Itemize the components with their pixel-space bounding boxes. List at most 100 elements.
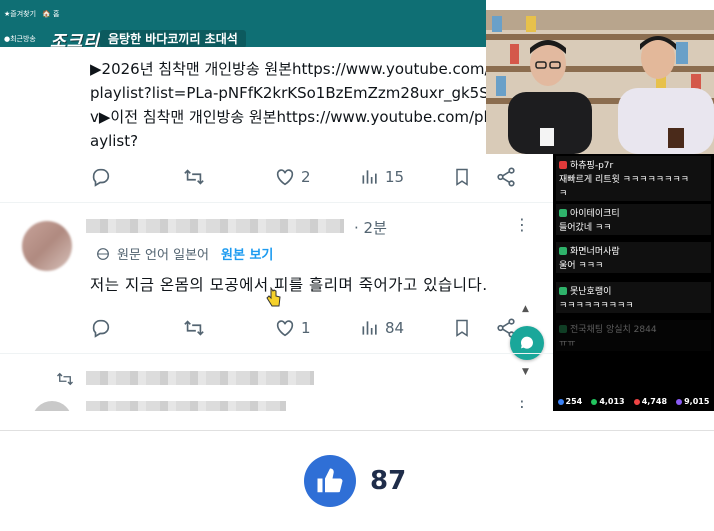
views-action[interactable]: 84 <box>360 318 404 338</box>
yt-badge-icon <box>559 160 567 169</box>
stream-top-bar: ★즐겨찾기 🏠 홈 ●최근방송 조크리 음탕한 바다코끼리 초대석 <box>0 0 486 52</box>
chat-username-row: 화면너머사람 <box>559 244 708 257</box>
reply-icon <box>92 168 110 187</box>
chat-username[interactable]: 전국채팅 앙실치 2844 <box>570 322 657 335</box>
like-action[interactable]: 2 <box>274 166 311 188</box>
retweet-icon <box>184 169 204 185</box>
chzzk-badge-icon <box>559 208 567 217</box>
scroll-up-icon[interactable]: ▲ <box>522 304 529 314</box>
webcam-feed <box>486 10 714 154</box>
reply-text: 저는 지금 온몸의 모공에서 피를 흘리며 죽어가고 있습니다. <box>90 276 488 294</box>
like-count: 87 <box>370 466 407 496</box>
hand-cursor-icon <box>266 287 281 307</box>
more-options-icon[interactable]: ⋮ <box>514 397 530 411</box>
retweet-button[interactable] <box>182 166 206 188</box>
chat-username-row: 아이테이크티 <box>559 206 708 219</box>
avatar[interactable] <box>22 221 72 271</box>
stat-value: 254 <box>565 397 583 406</box>
reply-actions: 1 84 <box>90 317 530 339</box>
like-button[interactable] <box>304 455 356 507</box>
views-action[interactable]: 15 <box>360 167 404 187</box>
like-count-label: 1 <box>301 319 311 337</box>
chat-username-row: 하츄핑-p7r <box>559 158 708 171</box>
more-options-icon[interactable]: ⋮ <box>514 215 530 234</box>
like-count-label: 2 <box>301 168 311 186</box>
tweet-body: ▶2026년 침착맨 개인방송 원본https://www.youtube.co… <box>90 60 490 150</box>
live-chat-panel: 하츄핑-p7r 재빠르게 리트윗 ㅋㅋㅋㅋㅋㅋㅋㅋ ㅋ 아이테이크티 들어갔네 … <box>553 154 714 411</box>
top-links: ★즐겨찾기 🏠 홈 <box>4 9 59 19</box>
home-link[interactable]: 🏠 홈 <box>42 9 59 19</box>
retweet-icon <box>184 320 204 336</box>
like-action[interactable]: 1 <box>274 317 311 339</box>
chat-message: 아이테이크티 들어갔네 ㅋㅋ <box>556 204 711 235</box>
blurred-username <box>86 219 344 233</box>
chzzk-badge-icon <box>559 246 567 255</box>
thumbs-up-icon <box>317 468 343 493</box>
chat-text: ㅋ <box>559 189 568 199</box>
stat-value: 4,748 <box>641 397 668 406</box>
share-icon <box>497 167 515 187</box>
reply-button[interactable] <box>90 166 112 188</box>
stat-value: 4,013 <box>599 397 625 406</box>
divider <box>0 202 553 203</box>
views-icon <box>362 321 377 335</box>
scroll-down-icon[interactable]: ▼ <box>522 367 529 377</box>
blurred-reposter <box>86 371 314 385</box>
chat-message: 화면너머사람 울어 ㅋㅋㅋ <box>556 242 711 273</box>
platform-dot-icon <box>633 398 640 405</box>
bookmark-button[interactable] <box>452 166 472 188</box>
bookmark-icon <box>456 168 468 186</box>
stream-title: 음탕한 바다코끼리 초대석 <box>100 30 246 48</box>
view-original-link[interactable]: 원본 보기 <box>221 244 273 263</box>
webcam-image <box>486 10 714 154</box>
translate-icon <box>97 247 109 260</box>
chat-username[interactable]: 하츄핑-p7r <box>570 158 613 171</box>
reply-button[interactable] <box>90 317 112 339</box>
chat-text: 들어갔네 ㅋㅋ <box>559 223 612 233</box>
chat-message: 하츄핑-p7r 재빠르게 리트윗 ㅋㅋㅋㅋㅋㅋㅋㅋ ㅋ <box>556 156 711 201</box>
reply-timestamp[interactable]: · 2분 <box>354 217 387 238</box>
platform-dot-icon <box>557 398 564 405</box>
chzzk-badge-icon <box>559 286 567 295</box>
retweet-button[interactable] <box>182 317 206 339</box>
stat-item: 9,015 <box>676 397 709 406</box>
share-button[interactable] <box>495 166 517 188</box>
chzzk-badge-icon <box>559 324 567 333</box>
spacer <box>0 411 714 431</box>
views-count-label: 15 <box>385 168 405 186</box>
chat-bubble-icon <box>520 336 533 349</box>
chat-username-row: 전국채팅 앙실치 2844 <box>559 322 708 335</box>
translation-bar: 원문 언어 일본어 원본 보기 <box>95 244 273 263</box>
stat-value: 9,015 <box>684 397 710 406</box>
stat-item: 4,013 <box>591 397 625 406</box>
stat-item: 254 <box>557 397 583 406</box>
platform-dot-icon <box>591 398 598 405</box>
blurred-username <box>86 401 286 411</box>
chat-username-row: 못난호랭이 <box>559 284 708 297</box>
platform-dot-icon <box>676 398 683 405</box>
bookmark-button[interactable] <box>452 317 472 339</box>
stat-item: 4,748 <box>633 397 668 406</box>
retweet-icon <box>57 372 73 386</box>
bookmark-icon <box>456 319 468 337</box>
chat-username[interactable]: 못난호랭이 <box>570 284 611 297</box>
heart-icon <box>276 320 294 337</box>
viewer-stats-bar: 254 4,013 4,748 9,015 <box>553 392 714 411</box>
heart-icon <box>276 169 294 186</box>
tweet-actions: 2 15 <box>90 166 530 188</box>
chat-fab-button[interactable] <box>510 326 544 360</box>
chat-text: 재빠르게 리트윗 ㅋㅋㅋㅋㅋㅋㅋㅋ <box>559 175 689 185</box>
chat-username[interactable]: 아이테이크티 <box>570 206 620 219</box>
chat-text: ㅠㅠ <box>559 339 576 349</box>
favorites-link[interactable]: ★즐겨찾기 <box>4 9 36 19</box>
chat-text: 울어 ㅋㅋㅋ <box>559 261 604 271</box>
avatar[interactable] <box>32 401 72 411</box>
reply-icon <box>92 319 110 338</box>
tweet-thread: ▶2026년 침착맨 개인방송 원본https://www.youtube.co… <box>0 47 553 411</box>
divider <box>0 353 553 354</box>
views-icon <box>362 170 377 184</box>
chat-username[interactable]: 화면너머사람 <box>570 244 620 257</box>
translation-label: 원문 언어 일본어 <box>117 248 209 263</box>
recent-broadcast-label: ●최근방송 <box>4 35 36 43</box>
chat-message: 전국채팅 앙실치 2844 ㅠㅠ <box>556 320 711 351</box>
